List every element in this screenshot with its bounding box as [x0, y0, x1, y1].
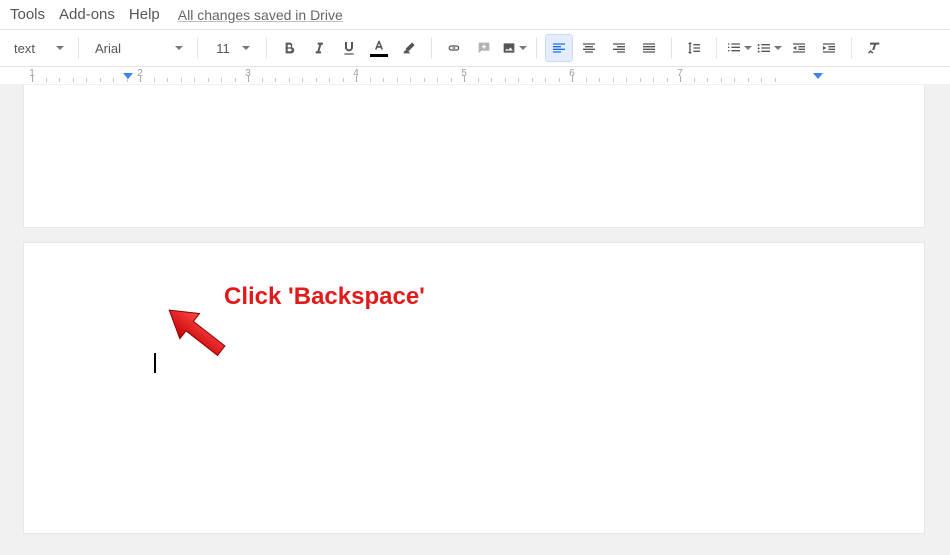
align-justify-button[interactable] — [635, 34, 663, 62]
page-current[interactable]: Click 'Backspace' — [24, 243, 924, 533]
save-status[interactable]: All changes saved in Drive — [178, 7, 343, 23]
align-center-button[interactable] — [575, 34, 603, 62]
separator — [851, 37, 852, 59]
font-size-value: 11 — [216, 41, 230, 56]
insert-group — [440, 34, 528, 62]
font-family-value: Arial — [95, 41, 121, 56]
italic-button[interactable] — [305, 34, 333, 62]
insert-link-button[interactable] — [440, 34, 468, 62]
separator — [197, 37, 198, 59]
font-family-dropdown[interactable]: Arial — [87, 35, 189, 61]
paragraph-styles-value: text — [14, 41, 35, 56]
document-canvas: Click 'Backspace' — [0, 85, 950, 555]
separator — [431, 37, 432, 59]
separator — [536, 37, 537, 59]
separator — [78, 37, 79, 59]
highlight-color-button[interactable] — [395, 34, 423, 62]
text-format-group — [275, 34, 423, 62]
separator — [716, 37, 717, 59]
increase-indent-button[interactable] — [815, 34, 843, 62]
menu-bar: Tools Add-ons Help All changes saved in … — [0, 0, 950, 29]
caret-down-icon — [774, 46, 782, 50]
caret-down-icon — [242, 46, 250, 50]
caret-down-icon — [744, 46, 752, 50]
text-color-swatch — [370, 54, 388, 57]
annotation-arrow-icon — [156, 301, 236, 361]
caret-down-icon — [175, 46, 183, 50]
insert-image-button[interactable] — [500, 34, 528, 62]
align-left-button[interactable] — [545, 34, 573, 62]
list-indent-group — [725, 34, 843, 62]
caret-down-icon — [519, 46, 527, 50]
right-indent-marker[interactable] — [813, 73, 823, 79]
add-comment-button[interactable] — [470, 34, 498, 62]
alignment-group — [545, 34, 663, 62]
horizontal-ruler[interactable]: 1234567 — [0, 67, 950, 85]
line-spacing-button[interactable] — [680, 34, 708, 62]
menu-addons[interactable]: Add-ons — [59, 6, 115, 23]
paragraph-styles-dropdown[interactable]: text — [6, 35, 70, 61]
menu-help[interactable]: Help — [129, 6, 160, 23]
bulleted-list-button[interactable] — [755, 34, 783, 62]
caret-down-icon — [56, 46, 64, 50]
left-indent-marker[interactable] — [123, 73, 133, 79]
underline-button[interactable] — [335, 34, 363, 62]
align-right-button[interactable] — [605, 34, 633, 62]
numbered-list-button[interactable] — [725, 34, 753, 62]
decrease-indent-button[interactable] — [785, 34, 813, 62]
clear-formatting-button[interactable] — [860, 34, 888, 62]
text-color-button[interactable] — [365, 34, 393, 62]
separator — [671, 37, 672, 59]
font-size-dropdown[interactable]: 11 — [206, 35, 258, 61]
page-previous[interactable] — [24, 85, 924, 227]
menu-tools[interactable]: Tools — [10, 6, 45, 23]
bold-button[interactable] — [275, 34, 303, 62]
separator — [266, 37, 267, 59]
toolbar: text Arial 11 — [0, 29, 950, 67]
annotation-text: Click 'Backspace' — [224, 283, 425, 311]
text-color-a-icon — [372, 39, 386, 53]
